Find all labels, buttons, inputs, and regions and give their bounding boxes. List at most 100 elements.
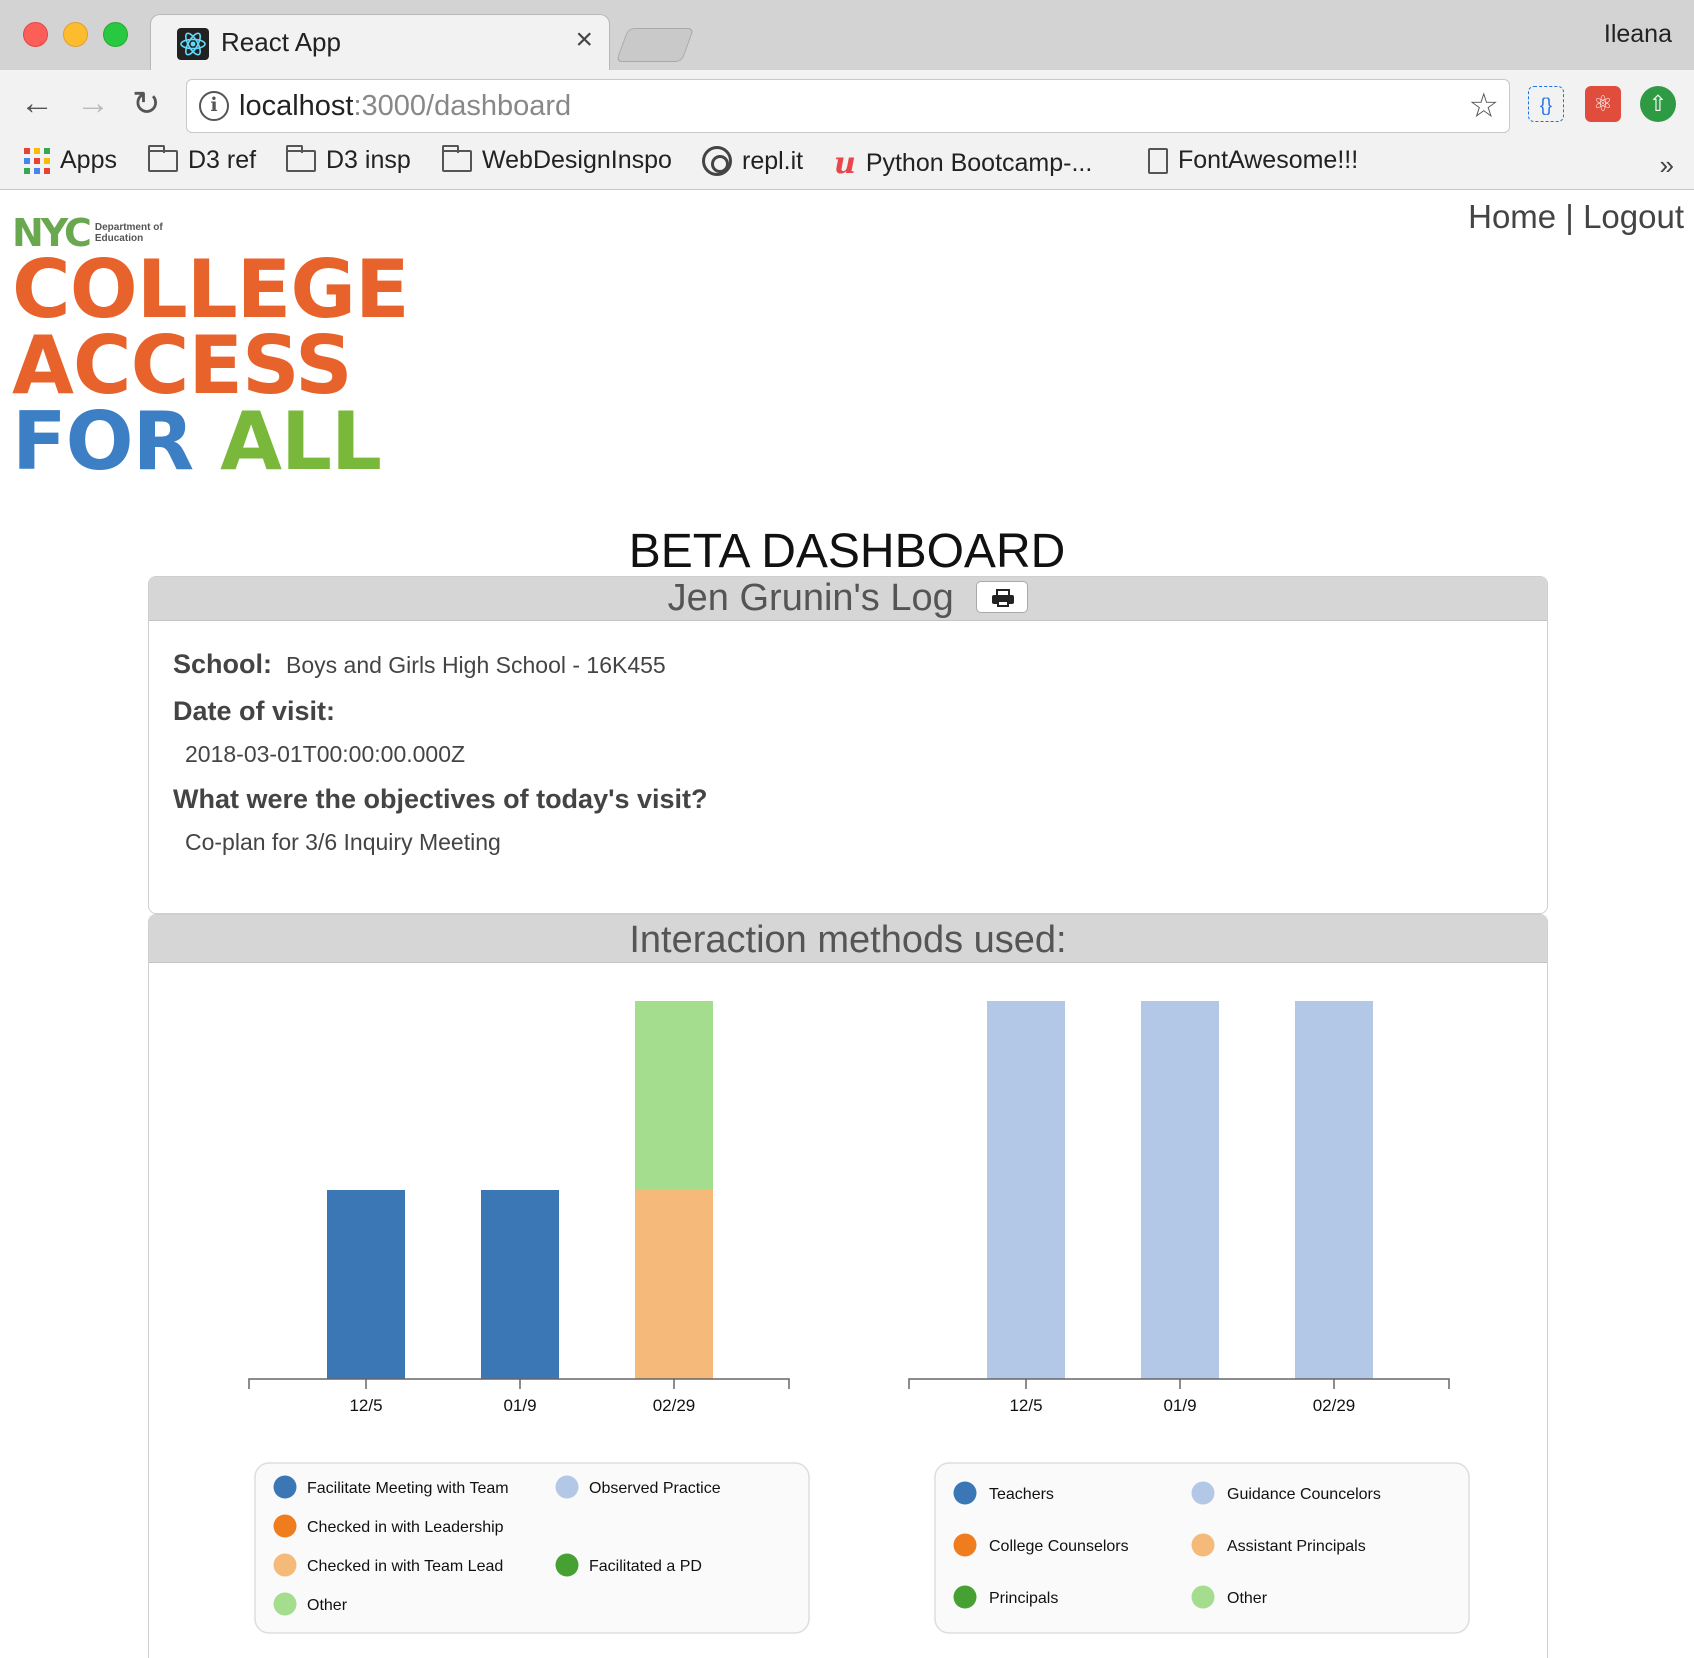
logout-link[interactable]: Logout: [1583, 198, 1684, 235]
print-icon: [992, 588, 1015, 607]
zoom-window-button[interactable]: [103, 22, 128, 47]
chart2-x-tick-label: 01/9: [1163, 1396, 1196, 1415]
chart1-legend-swatch: [273, 1514, 297, 1538]
logo-word-all: ALL: [220, 395, 382, 488]
reload-icon[interactable]: ↻: [132, 84, 161, 124]
close-window-button[interactable]: [23, 22, 48, 47]
url-text[interactable]: localhost:3000/dashboard: [239, 90, 571, 123]
objectives-label: What were the objectives of today's visi…: [173, 784, 708, 814]
url-host: localhost: [239, 90, 354, 122]
document-icon: [1148, 147, 1168, 174]
chart2-legend-swatch: [953, 1481, 977, 1505]
interaction-panel-header: Interaction methods used:: [149, 915, 1547, 963]
log-body: School: Boys and Girls High School - 16K…: [149, 621, 1547, 900]
chart2-x-tick-label: 02/29: [1313, 1396, 1356, 1415]
chart2-legend-label: Guidance Councelors: [1227, 1486, 1381, 1503]
browser-chrome: React App × Ileana ← → ↻ i localhost:300…: [0, 0, 1694, 190]
chart1-legend-label: Observed Practice: [589, 1480, 721, 1497]
logo-line-for-all: FOR ALL: [12, 402, 432, 482]
objectives-block: What were the objectives of today's visi…: [173, 784, 1523, 856]
tab-react-app[interactable]: React App ×: [150, 14, 610, 70]
chart1-bar: [327, 1190, 405, 1379]
chart1-legend-label: Checked in with Leadership: [307, 1519, 504, 1536]
home-link[interactable]: Home: [1468, 198, 1556, 235]
log-panel: Jen Grunin's Log School: Boys and Girls …: [148, 576, 1548, 914]
bookmark-d3-insp[interactable]: D3 insp: [286, 144, 411, 175]
date-block: Date of visit: 2018-03-01T00:00:00.000Z: [173, 696, 1523, 768]
react-logo-icon: [177, 28, 209, 60]
bookmark-replit[interactable]: repl.it: [702, 146, 803, 176]
chart1-legend-label: Facilitated a PD: [589, 1558, 702, 1575]
site-info-icon[interactable]: i: [199, 91, 229, 121]
chart1-legend-swatch: [273, 1553, 297, 1577]
chart1-bar: [635, 1190, 713, 1379]
bookmark-apps[interactable]: Apps: [24, 146, 117, 175]
bookmark-fontawesome[interactable]: FontAwesome!!!: [1148, 146, 1358, 175]
chart1-legend-swatch: [273, 1592, 297, 1616]
interaction-charts: 12/5 01/9 02/29 Facilitate Meeting with Tea…: [248, 1001, 1470, 1634]
chart2-legend-label: College Counselors: [989, 1538, 1129, 1555]
bookmark-webdesigninspo[interactable]: WebDesignInspo: [442, 144, 672, 175]
logo-line-college: COLLEGE: [12, 243, 410, 336]
forward-arrow-icon[interactable]: →: [76, 84, 110, 123]
bookmark-label: WebDesignInspo: [482, 146, 672, 174]
chart2-legend-label: Assistant Principals: [1227, 1538, 1366, 1555]
page-title: BETA DASHBOARD: [628, 525, 1066, 578]
chart1-x-axis: [248, 1378, 790, 1389]
chart1-legend-swatch: [555, 1475, 579, 1499]
school-value: Boys and Girls High School - 16K455: [286, 652, 666, 678]
folder-icon: [286, 144, 316, 172]
college-access-logo: NYC Department of Education COLLEGE ACCE…: [12, 211, 432, 482]
upload-extension-icon[interactable]: ⇧: [1640, 86, 1676, 122]
chart1-legend-label: Other: [307, 1597, 348, 1614]
chart2-legend-label: Principals: [989, 1590, 1058, 1607]
bookmark-d3-ref[interactable]: D3 ref: [148, 144, 257, 175]
top-nav: Home | Logout: [1468, 198, 1684, 236]
chart2-bar: [987, 1001, 1065, 1379]
folder-icon: [442, 144, 472, 172]
chart2-legend-label: Teachers: [989, 1486, 1054, 1503]
logo-line-access: ACCESS: [12, 319, 353, 412]
chart2-x-axis: [908, 1378, 1450, 1389]
tab-strip: React App × Ileana: [0, 0, 1694, 70]
bookmark-label: D3 ref: [188, 146, 257, 174]
bookmark-star-icon[interactable]: ☆: [1469, 86, 1499, 126]
nav-separator: |: [1556, 198, 1584, 235]
bookmarks-overflow-icon[interactable]: »: [1660, 150, 1674, 181]
back-arrow-icon[interactable]: ←: [20, 84, 54, 123]
chart1-x-tick-label: 01/9: [503, 1396, 536, 1415]
page: Home | Logout NYC Department of Educatio…: [0, 190, 1694, 1658]
replit-icon: [702, 146, 732, 176]
chart1-legend-label: Checked in with Team Lead: [307, 1558, 503, 1575]
chart1-x-tick-label: 12/5: [349, 1396, 382, 1415]
bookmark-label: D3 insp: [326, 146, 411, 174]
bookmarks-bar: Apps D3 ref D3 insp WebDesignInspo repl.…: [0, 144, 1694, 190]
print-button[interactable]: [976, 580, 1029, 613]
new-tab-button[interactable]: [615, 28, 695, 62]
interaction-panel: Interaction methods used: 12/5 01/9 02/29 F…: [148, 914, 1548, 1658]
school-row: School: Boys and Girls High School - 16K…: [173, 649, 1523, 680]
chart2-legend-swatch: [1191, 1481, 1215, 1505]
bookmark-python-bootcamp[interactable]: u Python Bootcamp-...: [834, 146, 1092, 181]
folder-icon: [148, 144, 178, 172]
log-panel-header: Jen Grunin's Log: [149, 577, 1547, 621]
chart1-legend-swatch: [555, 1553, 579, 1577]
chart1-legend-label: Facilitate Meeting with Team: [307, 1480, 509, 1497]
json-viewer-extension-icon[interactable]: {}: [1528, 86, 1564, 122]
chart2-legend-swatch: [953, 1585, 977, 1609]
chart1-legend-swatch: [273, 1475, 297, 1499]
react-devtools-extension-icon[interactable]: ⚛: [1585, 86, 1621, 122]
interaction-title: Interaction methods used:: [629, 919, 1067, 961]
chart1-bar: [481, 1190, 559, 1379]
address-bar[interactable]: i localhost:3000/dashboard ☆: [186, 79, 1510, 133]
tab-close-icon[interactable]: ×: [575, 23, 593, 57]
logo-word-for: FOR: [12, 395, 194, 488]
bookmark-label: Apps: [60, 146, 117, 174]
log-title: Jen Grunin's Log: [667, 577, 954, 619]
chart1-x-tick-label: 02/29: [653, 1396, 696, 1415]
profile-name[interactable]: Ileana: [1604, 20, 1672, 49]
udemy-icon: u: [834, 146, 856, 181]
minimize-window-button[interactable]: [63, 22, 88, 47]
bookmark-label: repl.it: [742, 146, 804, 175]
apps-grid-icon: [24, 147, 50, 174]
